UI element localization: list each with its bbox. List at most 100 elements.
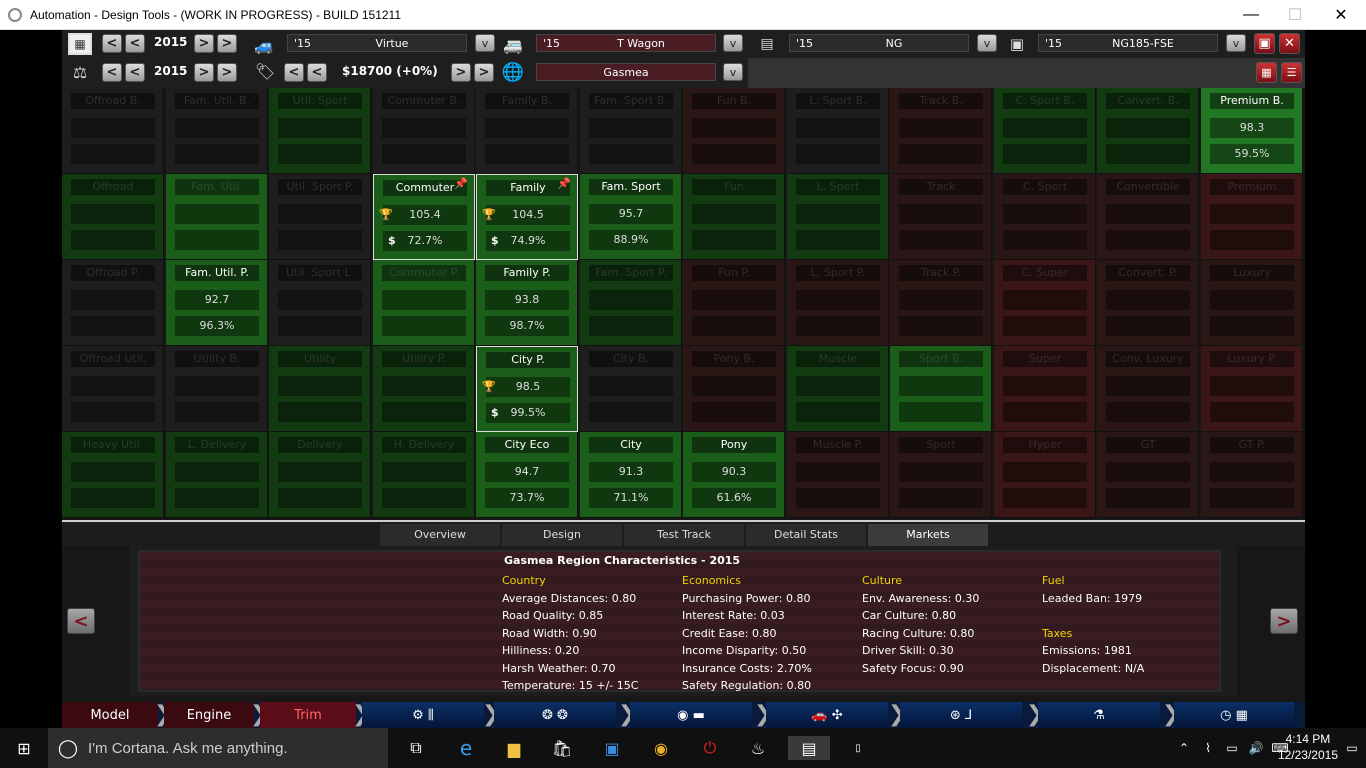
- nav-finish-icon[interactable]: ◷ ▦: [1174, 702, 1294, 728]
- market-cell[interactable]: Commuter 📌 105.4 72.7% 🏆 $: [373, 174, 475, 260]
- tab-detail-stats[interactable]: Detail Stats: [746, 524, 866, 546]
- nav-trim[interactable]: Trim: [260, 702, 356, 728]
- market-cell[interactable]: Hyper: [994, 432, 1096, 518]
- market-cell[interactable]: Luxury: [1201, 260, 1303, 346]
- market-cell[interactable]: Fun: [683, 174, 785, 260]
- nav-aero-icon[interactable]: 🚗 ✣: [766, 702, 888, 728]
- model-field[interactable]: '15 Virtue: [287, 34, 467, 52]
- market-cell[interactable]: C. Super: [994, 260, 1096, 346]
- tab-design[interactable]: Design: [502, 524, 622, 546]
- power-app-icon[interactable]: ⏻: [698, 736, 722, 760]
- market-cell[interactable]: Pony B.: [683, 346, 785, 432]
- market-cell[interactable]: Convert. B.: [1097, 88, 1199, 174]
- save-icon[interactable]: ▣: [1254, 33, 1275, 54]
- windows-start-icon[interactable]: ⊞: [12, 736, 36, 760]
- price-next-fast-button[interactable]: >: [474, 63, 494, 82]
- market-cell[interactable]: Track: [890, 174, 992, 260]
- battery-icon[interactable]: ▭: [1220, 736, 1244, 760]
- automation-app-icon[interactable]: ▤: [788, 736, 830, 760]
- price-prev-fast-button[interactable]: <: [284, 63, 304, 82]
- market-cell[interactable]: Fam. Util. B.: [166, 88, 268, 174]
- market-cell[interactable]: L. Delivery: [166, 432, 268, 518]
- market-cell[interactable]: Sport: [890, 432, 992, 518]
- year1-prev-button[interactable]: <: [125, 34, 145, 53]
- volume-icon[interactable]: 🔊: [1244, 736, 1268, 760]
- nav-suspension-icon[interactable]: ❂ ❂: [494, 702, 616, 728]
- cortana-circle-icon[interactable]: ◯: [56, 736, 80, 760]
- market-cell[interactable]: Fun P.: [683, 260, 785, 346]
- market-cell[interactable]: Fam. Util.: [166, 174, 268, 260]
- market-cell[interactable]: Utility B.: [166, 346, 268, 432]
- market-cell[interactable]: Heavy Util.: [62, 432, 164, 518]
- nav-chassis-icon[interactable]: ⚙ ⫼: [362, 702, 484, 728]
- trim-dropdown-button[interactable]: v: [723, 34, 743, 52]
- close-design-icon[interactable]: ✕: [1279, 33, 1300, 54]
- nav-engine[interactable]: Engine: [164, 702, 254, 728]
- steam-icon[interactable]: ♨: [746, 736, 770, 760]
- market-cell[interactable]: Family P. 93.8 98.7%: [476, 260, 578, 346]
- cortana-search-input[interactable]: I'm Cortana. Ask me anything.: [48, 728, 388, 768]
- close-button[interactable]: ✕: [1318, 0, 1364, 30]
- market-cell[interactable]: Muscle: [787, 346, 889, 432]
- market-cell[interactable]: Convertible: [1097, 174, 1199, 260]
- market-cell[interactable]: Offroad Util.: [62, 346, 164, 432]
- nav-interior-icon[interactable]: ⊛ ⅃: [900, 702, 1022, 728]
- tab-markets[interactable]: Markets: [868, 524, 988, 546]
- market-cell[interactable]: Track P.: [890, 260, 992, 346]
- year1-prev-fast-button[interactable]: <: [102, 34, 122, 53]
- market-cell[interactable]: L. Sport P.: [787, 260, 889, 346]
- market-cell[interactable]: Util. Sport P.: [269, 174, 371, 260]
- market-cell[interactable]: City P. 98.5 99.5% 🏆 $: [476, 346, 578, 432]
- model-dropdown-button[interactable]: v: [475, 34, 495, 52]
- market-cell[interactable]: Utility: [269, 346, 371, 432]
- next-region-button[interactable]: >: [1270, 608, 1298, 634]
- taskbar-clock[interactable]: 4:14 PM 12/23/2015: [1278, 731, 1338, 763]
- year2-prev-fast-button[interactable]: <: [102, 63, 122, 82]
- market-cell[interactable]: Sport B.: [890, 346, 992, 432]
- market-cell[interactable]: Family B.: [476, 88, 578, 174]
- market-cell[interactable]: GT P.: [1201, 432, 1303, 518]
- variant-field[interactable]: '15 NG185-FSE: [1038, 34, 1218, 52]
- price-next-button[interactable]: >: [451, 63, 471, 82]
- market-cell[interactable]: Luxury P.: [1201, 346, 1303, 432]
- file-explorer-icon[interactable]: ▆: [502, 736, 526, 760]
- trim-field[interactable]: '15 T Wagon: [536, 34, 716, 52]
- market-cell[interactable]: Commuter B.: [373, 88, 475, 174]
- region-dropdown-button[interactable]: v: [723, 63, 743, 81]
- market-cell[interactable]: Fam. Sport P.: [580, 260, 682, 346]
- market-cell[interactable]: Offroad: [62, 174, 164, 260]
- market-cell[interactable]: C. Sport B.: [994, 88, 1096, 174]
- tab-overview[interactable]: Overview: [380, 524, 500, 546]
- nav-model[interactable]: Model: [62, 702, 158, 728]
- market-cell[interactable]: City 91.3 71.1%: [580, 432, 682, 518]
- year2-next-button[interactable]: >: [194, 63, 214, 82]
- market-cell[interactable]: Fun B.: [683, 88, 785, 174]
- pin-icon[interactable]: 📌: [557, 177, 571, 190]
- control-panel-icon[interactable]: ▣: [600, 736, 624, 760]
- market-cell[interactable]: Util. Sport: [269, 88, 371, 174]
- price-prev-button[interactable]: <: [307, 63, 327, 82]
- engine-field[interactable]: '15 NG: [789, 34, 969, 52]
- market-cell[interactable]: L. Sport B.: [787, 88, 889, 174]
- market-cell[interactable]: Offroad B.: [62, 88, 164, 174]
- maximize-button[interactable]: ☐: [1272, 0, 1318, 30]
- market-cell[interactable]: L. Sport: [787, 174, 889, 260]
- market-cell[interactable]: Delivery: [269, 432, 371, 518]
- tab-test-track[interactable]: Test Track: [624, 524, 744, 546]
- market-cell[interactable]: Family 📌 104.5 74.9% 🏆 $: [476, 174, 578, 260]
- year2-next-fast-button[interactable]: >: [217, 63, 237, 82]
- market-cell[interactable]: Muscle P.: [787, 432, 889, 518]
- chrome-icon[interactable]: ◉: [649, 736, 673, 760]
- market-cell[interactable]: C. Sport: [994, 174, 1096, 260]
- market-cell[interactable]: Premium B. 98.3 59.5%: [1201, 88, 1303, 174]
- market-cell[interactable]: City B.: [580, 346, 682, 432]
- market-cell[interactable]: Pony 90.3 61.6%: [683, 432, 785, 518]
- market-cell[interactable]: Fam. Sport B.: [580, 88, 682, 174]
- list-view-icon[interactable]: ☰: [1281, 62, 1302, 83]
- nav-safety-icon[interactable]: ⚗: [1038, 702, 1160, 728]
- year2-prev-button[interactable]: <: [125, 63, 145, 82]
- market-cell[interactable]: Commuter P.: [373, 260, 475, 346]
- notepad-icon[interactable]: ▯: [846, 736, 870, 760]
- prev-region-button[interactable]: <: [67, 608, 95, 634]
- market-cell[interactable]: Super: [994, 346, 1096, 432]
